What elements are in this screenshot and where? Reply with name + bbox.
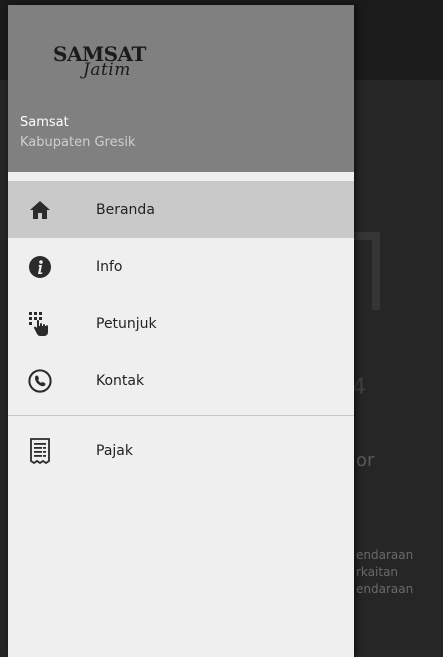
menu-item-petunjuk[interactable]: Petunjuk — [8, 295, 354, 352]
menu-item-label: Info — [96, 258, 123, 275]
drawer-title: Samsat — [20, 115, 69, 130]
menu-item-label: Pajak — [96, 442, 133, 459]
drawer-subtitle: Kabupaten Gresik — [20, 135, 136, 150]
drawer-menu: Beranda Info Petunjuk Kontak Pajak — [8, 181, 354, 479]
menu-divider — [8, 415, 354, 416]
logo-script-text: Jatim — [83, 60, 131, 80]
info-icon — [28, 255, 52, 279]
menu-item-pajak[interactable]: Pajak — [8, 422, 354, 479]
background-graphic — [352, 232, 380, 310]
touch-keypad-icon — [28, 311, 52, 336]
menu-item-label: Kontak — [96, 372, 145, 389]
background-fragment: 4 — [352, 375, 366, 400]
menu-item-info[interactable]: Info — [8, 238, 354, 295]
background-word: or — [356, 450, 375, 471]
phone-icon — [28, 368, 52, 393]
menu-item-label: Beranda — [96, 201, 155, 218]
menu-item-kontak[interactable]: Kontak — [8, 352, 354, 409]
menu-item-beranda[interactable]: Beranda — [8, 181, 354, 238]
drawer-header: SAMSAT Jatim Samsat Kabupaten Gresik — [8, 5, 354, 172]
menu-item-label: Petunjuk — [96, 315, 157, 332]
receipt-icon — [28, 437, 52, 464]
navigation-drawer: SAMSAT Jatim Samsat Kabupaten Gresik Ber… — [8, 5, 354, 657]
samsat-logo: SAMSAT Jatim — [53, 40, 146, 90]
home-icon — [28, 198, 52, 222]
background-text-lines: endaraan rkaitan endaraan — [356, 548, 414, 596]
